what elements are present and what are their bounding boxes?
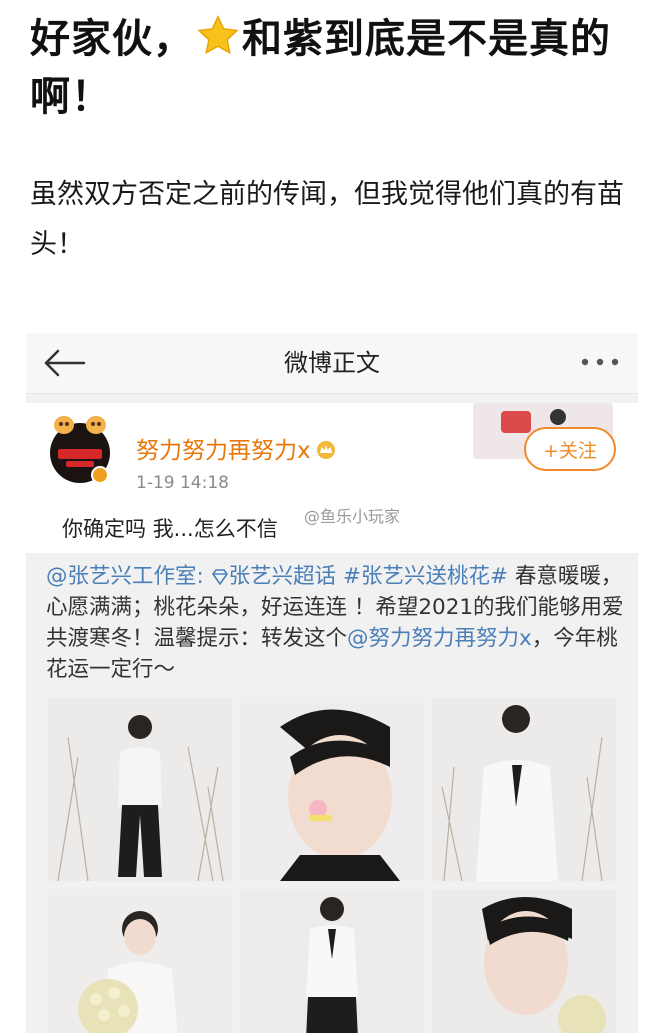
photo-2[interactable] bbox=[240, 697, 424, 881]
photo-4[interactable] bbox=[48, 889, 232, 1033]
article-body: 虽然双方否定之前的传闻，但我觉得他们真的有苗头！ bbox=[30, 179, 624, 260]
photo-5[interactable] bbox=[240, 889, 424, 1033]
topic-supertopic-link[interactable]: 张艺兴超话 bbox=[211, 564, 336, 589]
star-emoji-icon bbox=[197, 15, 239, 55]
hashtag-link[interactable]: #张艺兴送桃花# bbox=[343, 564, 508, 589]
post-text: 你确定吗 我...怎么不信 bbox=[62, 517, 278, 541]
repost-card[interactable]: @张艺兴工作室: 张艺兴超话 #张艺兴送桃花# 春意暖暖，心愿满满；桃花朵朵，好… bbox=[26, 553, 638, 1033]
mention-user-link[interactable]: @努力努力再努力x bbox=[347, 626, 532, 651]
repost-text: @张艺兴工作室: 张艺兴超话 #张艺兴送桃花# 春意暖暖，心愿满满；桃花朵朵，好… bbox=[46, 561, 626, 685]
watermark-text: @鱼乐小玩家 bbox=[304, 507, 401, 526]
crown-badge-icon bbox=[316, 441, 335, 459]
nav-title: 微博正文 bbox=[284, 349, 380, 377]
mention-studio-link[interactable]: @张艺兴工作室: bbox=[46, 564, 204, 589]
weibo-nav-bar: 微博正文 bbox=[26, 333, 638, 394]
weibo-post: 努力努力再努力x 1-19 14:18 +关注 @鱼乐小玩家 你确定吗 我...… bbox=[26, 403, 638, 553]
avatar[interactable] bbox=[48, 413, 112, 485]
headline-text-1: 好家伙， bbox=[30, 16, 194, 62]
photo-6[interactable] bbox=[432, 889, 616, 1033]
weibo-screenshot: 微博正文 努力努力再努力x 1-19 14:18 +关注 @鱼乐小玩家 你确定吗… bbox=[26, 333, 638, 1033]
diamond-icon bbox=[211, 569, 228, 585]
post-timestamp: 1-19 14:18 bbox=[136, 473, 229, 493]
photo-1[interactable] bbox=[48, 697, 232, 881]
more-dots-icon[interactable] bbox=[580, 357, 620, 367]
article-headline: 好家伙， 和紫到底是不是真的啊！ bbox=[30, 10, 630, 126]
photo-3[interactable] bbox=[432, 697, 616, 881]
follow-button[interactable]: +关注 bbox=[524, 427, 616, 471]
username[interactable]: 努力努力再努力x bbox=[136, 431, 337, 465]
